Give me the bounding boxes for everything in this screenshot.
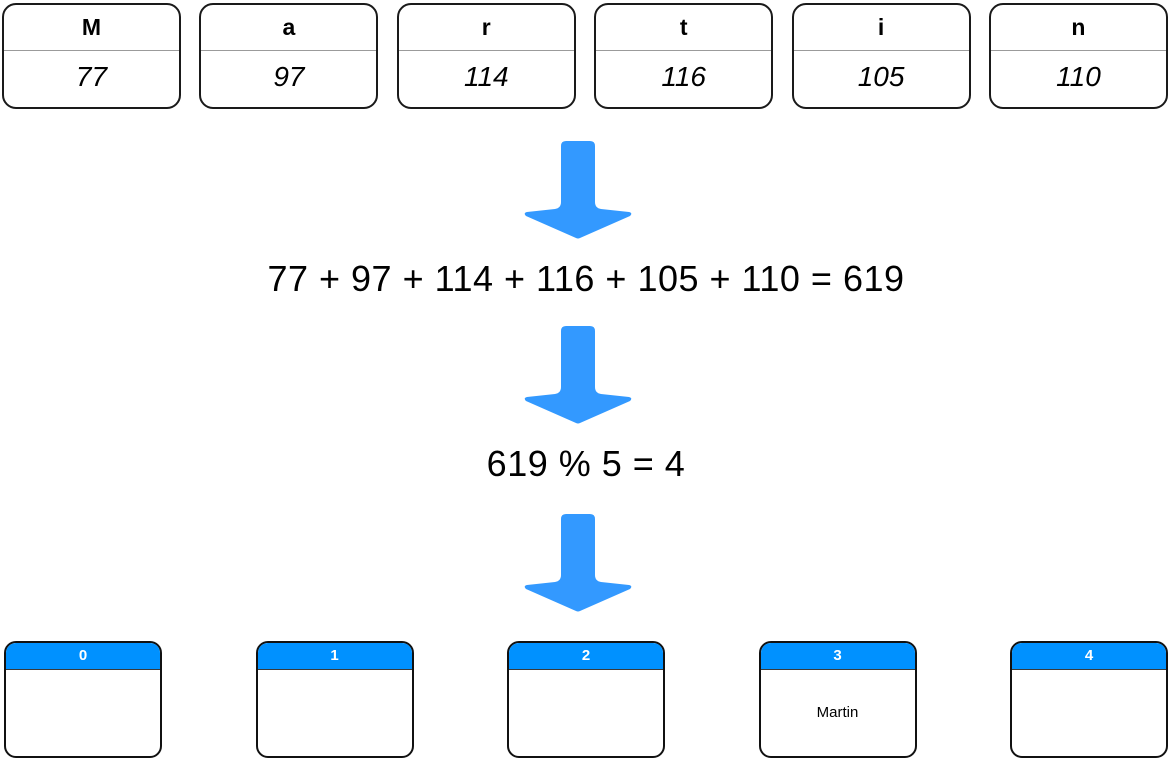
character-ascii-code: 110: [1056, 61, 1101, 92]
character-ascii-code: 114: [463, 61, 509, 92]
bucket-content: [509, 670, 663, 756]
character-ascii-code: 116: [661, 61, 706, 92]
bucket-index: 0: [6, 643, 160, 670]
character-ascii-code: 105: [857, 61, 905, 92]
character-card: t 116: [594, 3, 774, 109]
hash-bucket: 1: [255, 641, 414, 758]
bucket-index: 1: [257, 643, 412, 670]
character-card: i 105: [791, 3, 971, 109]
bucket-content: Martin: [816, 703, 859, 721]
sum-equation: 77 + 97 + 114 + 116 + 105 + 110 = 619: [267, 258, 905, 299]
character-letter: a: [201, 5, 377, 51]
bucket-index: 2: [509, 643, 663, 670]
hash-diagram: M 77 a 97 r 114 t 116 i 105 n 110 77 + 9…: [0, 0, 1172, 762]
character-letter: i: [793, 5, 969, 51]
character-ascii-code: 97: [273, 61, 305, 92]
character-card: a 97: [199, 3, 379, 109]
down-arrow-icon: [523, 325, 633, 425]
hash-bucket: 4: [1010, 641, 1168, 758]
hash-bucket: 2: [507, 641, 665, 758]
character-letter: r: [398, 5, 574, 51]
down-arrow-icon: [523, 513, 633, 613]
bucket-index: 4: [1012, 643, 1166, 670]
bucket-content: [6, 670, 160, 756]
modulo-equation: 619 % 5 = 4: [486, 443, 686, 484]
character-card: r 114: [396, 3, 576, 109]
down-arrow-icon: [523, 140, 633, 240]
character-card: M 77: [2, 3, 181, 109]
hash-bucket: 3 Martin: [758, 641, 917, 758]
bucket-content: [1012, 670, 1166, 756]
bucket-content: [258, 670, 412, 756]
character-card: n 110: [988, 3, 1168, 109]
character-letter: t: [596, 5, 772, 51]
hash-bucket-row: 0 1 2 3 Martin 4: [4, 641, 1168, 758]
character-code-row: M 77 a 97 r 114 t 116 i 105 n 110: [2, 3, 1168, 109]
character-letter: n: [990, 5, 1166, 51]
bucket-index: 3: [760, 643, 915, 670]
hash-bucket: 0: [4, 641, 162, 758]
character-ascii-code: 77: [75, 61, 108, 92]
character-letter: M: [4, 5, 179, 51]
